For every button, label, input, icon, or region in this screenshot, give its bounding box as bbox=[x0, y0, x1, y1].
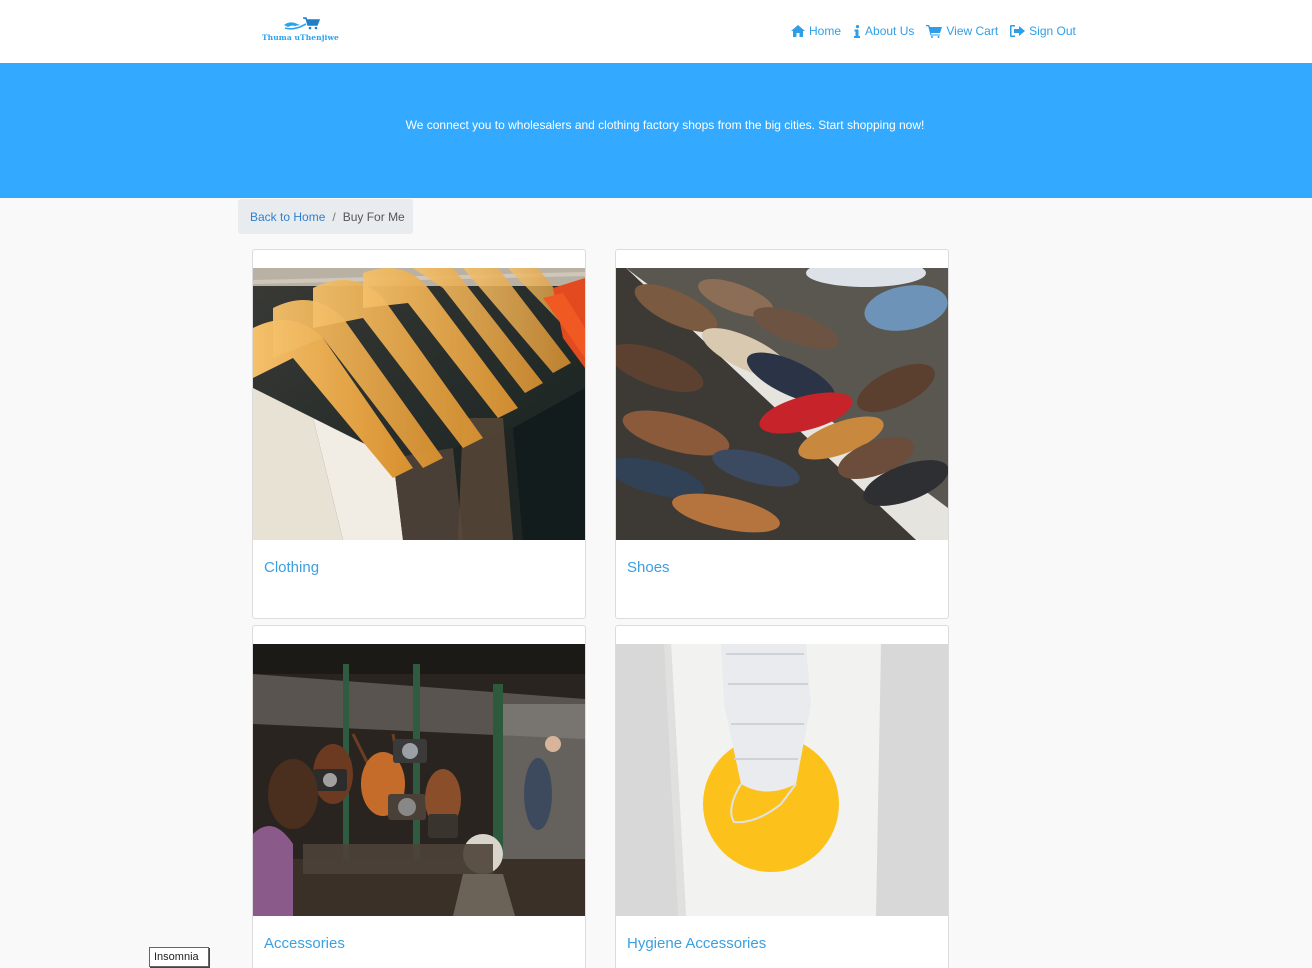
accessories-image[interactable] bbox=[253, 644, 585, 916]
logo-hand-cart-icon bbox=[284, 17, 321, 30]
nav-home-label: Home bbox=[809, 24, 842, 38]
category-card-clothing[interactable]: Clothing bbox=[252, 249, 586, 619]
category-title-accessories[interactable]: Accessories bbox=[264, 935, 345, 952]
logo-text: Thuma uThenjiwe bbox=[262, 33, 339, 42]
nav-view-cart[interactable]: View Cart bbox=[926, 24, 998, 38]
sign-out-icon bbox=[1010, 25, 1026, 37]
breadcrumb-back-home-link[interactable]: Back to Home bbox=[250, 210, 325, 224]
site-logo[interactable]: Thuma uThenjiwe bbox=[262, 16, 342, 44]
category-card-accessories[interactable]: Accessories bbox=[252, 625, 586, 968]
hero-tagline: We connect you to wholesalers and clothi… bbox=[405, 118, 925, 132]
cart-icon bbox=[926, 24, 943, 38]
nav-view-cart-label: View Cart bbox=[946, 24, 999, 38]
category-card-hygiene-accessories[interactable]: Hygiene Accessories bbox=[615, 625, 949, 968]
tooltip: Insomnia bbox=[149, 947, 209, 967]
category-title-clothing[interactable]: Clothing bbox=[264, 559, 319, 576]
category-card-shoes[interactable]: Shoes bbox=[615, 249, 949, 619]
top-navbar: Thuma uThenjiwe Home About Us View Cart … bbox=[0, 0, 1312, 63]
breadcrumb-current: Buy For Me bbox=[342, 209, 405, 224]
nav-home[interactable]: Home bbox=[791, 24, 841, 38]
breadcrumb: Back to Home / Buy For Me bbox=[238, 199, 413, 234]
category-title-shoes[interactable]: Shoes bbox=[627, 559, 670, 576]
category-title-hygiene-accessories[interactable]: Hygiene Accessories bbox=[627, 935, 766, 952]
home-icon bbox=[791, 25, 805, 37]
nav-sign-out[interactable]: Sign Out bbox=[1010, 24, 1076, 38]
shoes-image[interactable] bbox=[616, 268, 948, 540]
hero-banner: We connect you to wholesalers and clothi… bbox=[0, 63, 1312, 198]
main-nav: Home About Us View Cart Sign Out bbox=[791, 22, 1088, 40]
nav-about-label: About Us bbox=[865, 24, 915, 38]
clothing-image[interactable] bbox=[253, 268, 585, 540]
info-icon bbox=[854, 24, 861, 38]
nav-sign-out-label: Sign Out bbox=[1029, 24, 1076, 38]
breadcrumb-separator: / bbox=[332, 209, 336, 224]
nav-about[interactable]: About Us bbox=[853, 24, 914, 38]
hygiene-accessories-image[interactable] bbox=[616, 644, 948, 916]
